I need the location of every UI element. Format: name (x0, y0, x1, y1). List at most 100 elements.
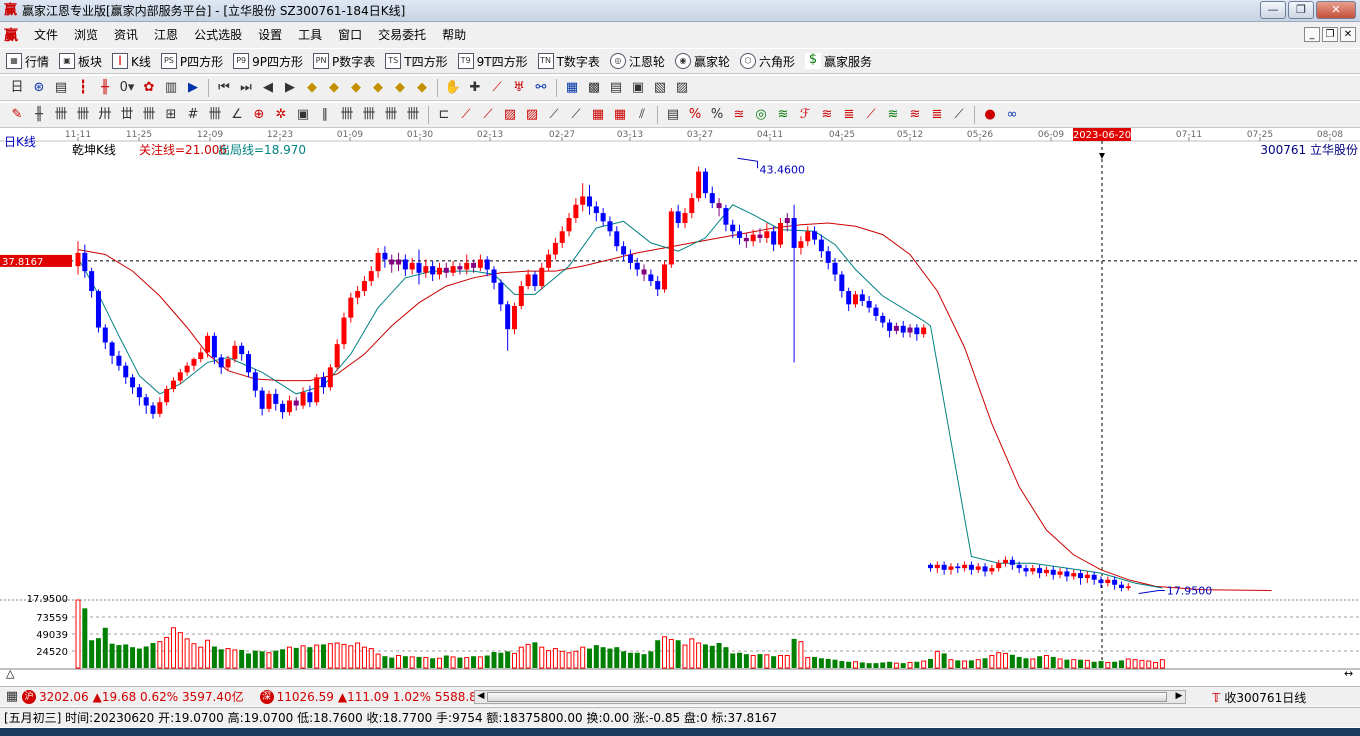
grid-icon[interactable]: ▦ (4, 688, 20, 706)
percent-slash-icon[interactable]: % (686, 106, 704, 124)
target-icon[interactable]: ⊕ (250, 106, 268, 124)
scrollbar-thumb[interactable] (487, 692, 1167, 702)
fan-icon[interactable]: ⟋ (457, 106, 475, 124)
slope2-icon[interactable]: ⟋ (567, 106, 585, 124)
tb-sector-button[interactable]: ▣ 板块 (59, 53, 102, 70)
slope-icon[interactable]: ⟋ (545, 106, 563, 124)
tb-quotes-button[interactable]: ▦ 行情 (6, 53, 49, 70)
tb-hexagon-button[interactable]: ⬡ 六角形 (739, 53, 795, 70)
print-icon[interactable]: ▧ (651, 79, 669, 97)
expand-icon[interactable]: ◆ (391, 79, 409, 97)
line-tool-icon[interactable]: ⟋ (488, 79, 506, 97)
tb-p-number-button[interactable]: PN P数字表 (313, 53, 375, 70)
first-icon[interactable]: ⏮ (215, 79, 233, 97)
table-icon[interactable]: ▤ (664, 106, 682, 124)
scroll-right-icon[interactable]: ▶ (1173, 690, 1185, 704)
fork9-icon[interactable]: 卌 (382, 106, 400, 124)
scroll-left-icon[interactable]: ◀ (475, 690, 487, 704)
gann-icon[interactable]: ≊ (730, 106, 748, 124)
pattern2-icon[interactable]: ▨ (523, 106, 541, 124)
matrix-icon[interactable]: ▦ (589, 106, 607, 124)
fork7-icon[interactable]: 卌 (338, 106, 356, 124)
circle-icon[interactable]: ◎ (752, 106, 770, 124)
tb-9t-square-button[interactable]: T9 9T四方形 (457, 53, 528, 70)
hand-icon[interactable]: ✋ (444, 79, 462, 97)
menu-file[interactable]: 文件 (26, 22, 66, 48)
lines-icon[interactable]: ∥ (316, 106, 334, 124)
export-icon[interactable]: ▨ (673, 79, 691, 97)
ohlc-icon[interactable]: ╫ (96, 79, 114, 97)
save-icon[interactable]: ▣ (629, 79, 647, 97)
calculator-icon[interactable]: ▩ (585, 79, 603, 97)
candle-icon[interactable]: ┇ (74, 79, 92, 97)
fork5-icon[interactable]: 卌 (140, 106, 158, 124)
close-button[interactable]: ✕ (1316, 1, 1356, 19)
box-icon[interactable]: ▣ (294, 106, 312, 124)
menu-settings[interactable]: 设置 (250, 22, 290, 48)
bars-icon[interactable]: ▥ (162, 79, 180, 97)
zoom-in-icon[interactable]: ◆ (303, 79, 321, 97)
last-icon[interactable]: ⏭ (237, 79, 255, 97)
prev-icon[interactable]: ◀ (259, 79, 277, 97)
fib-icon[interactable]: ℱ (796, 106, 814, 124)
menu-gann[interactable]: 江恩 (146, 22, 186, 48)
zoom-out-icon[interactable]: ◆ (325, 79, 343, 97)
angle-icon[interactable]: ∠ (228, 106, 246, 124)
menu-window[interactable]: 窗口 (330, 22, 370, 48)
hatch-icon[interactable]: ⫽ (633, 106, 651, 124)
fib7-icon[interactable]: ≣ (928, 106, 946, 124)
menu-help[interactable]: 帮助 (434, 22, 474, 48)
current-symbol[interactable]: 𝕋 收300761日线 (1212, 689, 1306, 706)
mdi-close-button[interactable]: ✕ (1340, 27, 1356, 42)
calendar-icon[interactable]: ▦ (563, 79, 581, 97)
fork4-icon[interactable]: 丗 (118, 106, 136, 124)
overlay-icon[interactable]: ⊛ (30, 79, 48, 97)
mdi-minimize-button[interactable]: _ (1304, 27, 1320, 42)
chain-icon[interactable]: ⚯ (532, 79, 550, 97)
minimize-button[interactable]: — (1260, 1, 1286, 19)
formula-icon[interactable]: ✿ (140, 79, 158, 97)
hash-icon[interactable]: # (184, 106, 202, 124)
tb-service-button[interactable]: $ 赢家服务 (804, 53, 872, 70)
grid-lines-icon[interactable]: ╫ (30, 106, 48, 124)
color-bars-icon[interactable]: ▶ (184, 79, 202, 97)
fork2-icon[interactable]: 卌 (74, 106, 92, 124)
sz-index[interactable]: 深 11026.59 ▲111.09 1.02% 5588.82 (259, 689, 484, 704)
tb-kline-button[interactable]: ┃ K线 (112, 53, 151, 70)
matrix2-icon[interactable]: ▦ (611, 106, 629, 124)
tb-t-square-button[interactable]: TS T四方形 (385, 53, 448, 70)
collapse-icon[interactable]: ◆ (413, 79, 431, 97)
sh-index[interactable]: 沪 3202.06 ▲19.68 0.62% 3597.40亿 (22, 688, 244, 705)
fork8-icon[interactable]: 卌 (360, 106, 378, 124)
document-icon[interactable]: ▤ (52, 79, 70, 97)
tb-9p-square-button[interactable]: P9 9P四方形 (233, 53, 303, 70)
fork3-icon[interactable]: 卅 (96, 106, 114, 124)
crosshair-icon[interactable]: ✚ (466, 79, 484, 97)
pattern-icon[interactable]: ▨ (501, 106, 519, 124)
menu-info[interactable]: 资讯 (106, 22, 146, 48)
tb-winner-wheel-button[interactable]: ◉ 赢家轮 (674, 53, 730, 70)
mdi-restore-button[interactable]: ❐ (1322, 27, 1338, 42)
fork10-icon[interactable]: 卌 (404, 106, 422, 124)
kline-chart[interactable]: 11-11 11-25 12-09 12-23 01-09 01-30 02-13 02-27… (0, 128, 1360, 684)
next-icon[interactable]: ▶ (281, 79, 299, 97)
menu-tools[interactable]: 工具 (290, 22, 330, 48)
tb-gann-wheel-button[interactable]: ◎ 江恩轮 (609, 53, 665, 70)
menu-formula[interactable]: 公式选股 (186, 22, 250, 48)
fib8-icon[interactable]: ⟋ (950, 106, 968, 124)
fib6-icon[interactable]: ≋ (906, 106, 924, 124)
fan2-icon[interactable]: ⟋ (479, 106, 497, 124)
tb-t-number-button[interactable]: TN T数字表 (537, 53, 600, 70)
fork6-icon[interactable]: 卌 (206, 106, 224, 124)
fib2-icon[interactable]: ≋ (818, 106, 836, 124)
horizontal-scrollbar[interactable]: ◀ ▶ (474, 690, 1186, 704)
percent-icon[interactable]: % (708, 106, 726, 124)
move-down-icon[interactable]: ◆ (369, 79, 387, 97)
calc-icon[interactable]: ♅ (510, 79, 528, 97)
infinity-icon[interactable]: ∞ (1003, 106, 1021, 124)
pen-icon[interactable]: ✎ (8, 106, 26, 124)
menu-trade[interactable]: 交易委托 (370, 22, 434, 48)
period-dropdown-icon[interactable]: 日▾ (8, 79, 26, 113)
move-up-icon[interactable]: ◆ (347, 79, 365, 97)
star-icon[interactable]: ✲ (272, 106, 290, 124)
